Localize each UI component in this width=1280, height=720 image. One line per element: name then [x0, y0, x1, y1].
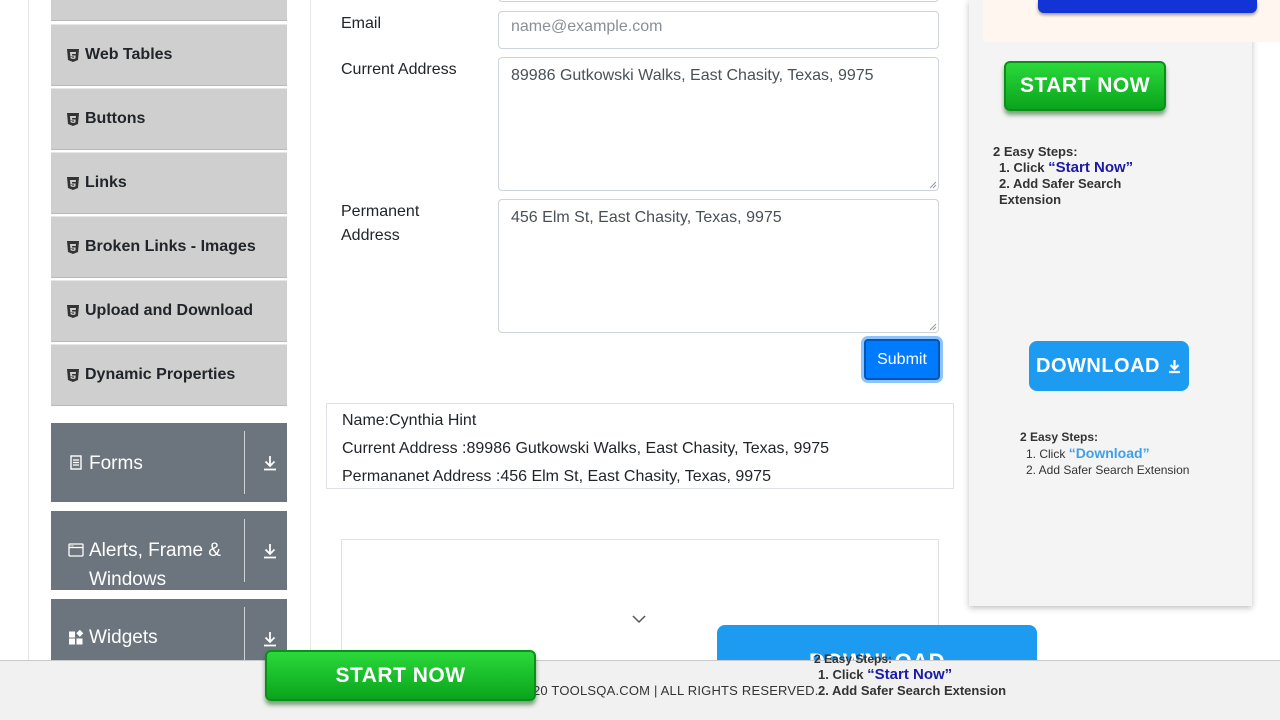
steps-title: 2 Easy Steps: [1020, 430, 1099, 444]
permanent-address-textarea[interactable]: 456 Elm St, East Chasity, Texas, 9975 [498, 199, 939, 333]
chevron-down-icon[interactable] [631, 613, 647, 625]
group-label: Widgets [89, 627, 158, 648]
sidebar-item-partial[interactable] [51, 0, 287, 21]
download-icon [264, 632, 276, 647]
step-2: 2. Add Safer Search Extension [1026, 463, 1190, 477]
output-current-address: Current Address :89986 Gutkowski Walks, … [342, 440, 830, 457]
sidebar-item-web-tables[interactable]: Web Tables [51, 24, 287, 86]
output-name: Name:Cynthia Hint [342, 412, 477, 429]
output-panel: Name:Cynthia Hint Current Address :89986… [326, 403, 954, 489]
step-2: 2. Add Safer Search Extension [999, 176, 1122, 207]
sidebar-item-label: Web Tables [85, 46, 173, 63]
ad-steps: 2 Easy Steps: 1. Click “Start Now” 2. Ad… [993, 144, 1143, 208]
name-field-partial[interactable] [498, 0, 939, 2]
permanent-address-value: 456 Elm St, East Chasity, Texas, 9975 [511, 209, 782, 226]
left-sidebar: Web Tables Buttons Links Broken Links - … [28, 0, 311, 720]
step-2: 2. Add Safer Search Extension [818, 683, 1007, 698]
document-icon [70, 455, 82, 470]
sidebar-group-forms[interactable]: Forms [51, 423, 287, 502]
sidebar-item-label: Dynamic Properties [85, 366, 236, 383]
steps-title: 2 Easy Steps: [814, 652, 893, 666]
ad-top-button[interactable] [1038, 0, 1257, 13]
sidebar-item-label: Links [85, 174, 127, 191]
download-button[interactable]: DOWNLOAD [1029, 341, 1189, 391]
bottom-start-now-button[interactable]: START NOW [265, 650, 536, 701]
output-permanent-address: Permananet Address :456 Elm St, East Cha… [342, 468, 771, 485]
current-address-textarea[interactable]: 89986 Gutkowski Walks, East Chasity, Tex… [498, 57, 939, 191]
sidebar-item-label: Buttons [85, 110, 146, 127]
current-address-label: Current Address [341, 61, 457, 78]
sidebar-item-buttons[interactable]: Buttons [51, 88, 287, 150]
sidebar-item-links[interactable]: Links [51, 152, 287, 214]
email-label: Email [341, 15, 382, 32]
current-address-value: 89986 Gutkowski Walks, East Chasity, Tex… [511, 67, 874, 84]
sidebar-item-label: Upload and Download [85, 302, 253, 319]
sidebar-item-dynamic-properties[interactable]: Dynamic Properties [51, 344, 287, 406]
ad-steps-download: 2 Easy Steps: 1. Click “Download” 2. Add… [1020, 429, 1189, 478]
download-icon [264, 456, 276, 471]
copyright-text: 20 TOOLSQA.COM | ALL RIGHTS RESERVED. [533, 683, 819, 698]
window-icon [68, 543, 84, 557]
group-label: Forms [89, 453, 143, 474]
resize-handle-icon[interactable] [929, 181, 937, 189]
html5-icon [67, 240, 79, 254]
html5-icon [67, 304, 79, 318]
group-label: Alerts, Frame & Windows [89, 540, 221, 590]
download-icon [264, 544, 276, 559]
bottom-ad-steps: 2 Easy Steps: 1. Click “Start Now” 2. Ad… [814, 651, 1006, 699]
divider [244, 431, 245, 494]
step-1: 1. Click “Start Now” [999, 159, 1134, 176]
download-icon [1168, 360, 1180, 374]
html5-icon [67, 112, 79, 126]
sidebar-item-broken-links[interactable]: Broken Links - Images [51, 216, 287, 278]
email-field[interactable]: name@example.com [498, 11, 939, 49]
step-1: 1. Click “Download” [1026, 445, 1150, 461]
start-now-button[interactable]: START NOW [1004, 61, 1166, 111]
permanent-address-label: Permanent Address [341, 203, 420, 244]
submit-button[interactable]: Submit [864, 339, 940, 380]
sidebar-item-label: Broken Links - Images [85, 238, 256, 255]
sidebar-item-upload-download[interactable]: Upload and Download [51, 280, 287, 342]
steps-title: 2 Easy Steps: [993, 144, 1078, 159]
step-1: 1. Click “Start Now” [818, 666, 953, 683]
main-content: Email name@example.com Current Address 8… [311, 0, 969, 720]
ad-top-strip [983, 0, 1280, 42]
right-advertisement[interactable]: START NOW 2 Easy Steps: 1. Click “Start … [969, 0, 1280, 606]
download-label: DOWNLOAD [1036, 354, 1160, 377]
sidebar-group-alerts[interactable]: Alerts, Frame & Windows [51, 511, 287, 590]
html5-icon [67, 368, 79, 382]
html5-icon [67, 176, 79, 190]
footer: 20 TOOLSQA.COM | ALL RIGHTS RESERVED. [0, 660, 1280, 720]
divider [244, 519, 245, 582]
resize-handle-icon[interactable] [929, 323, 937, 331]
html5-icon [67, 48, 79, 62]
widgets-icon [69, 630, 84, 645]
